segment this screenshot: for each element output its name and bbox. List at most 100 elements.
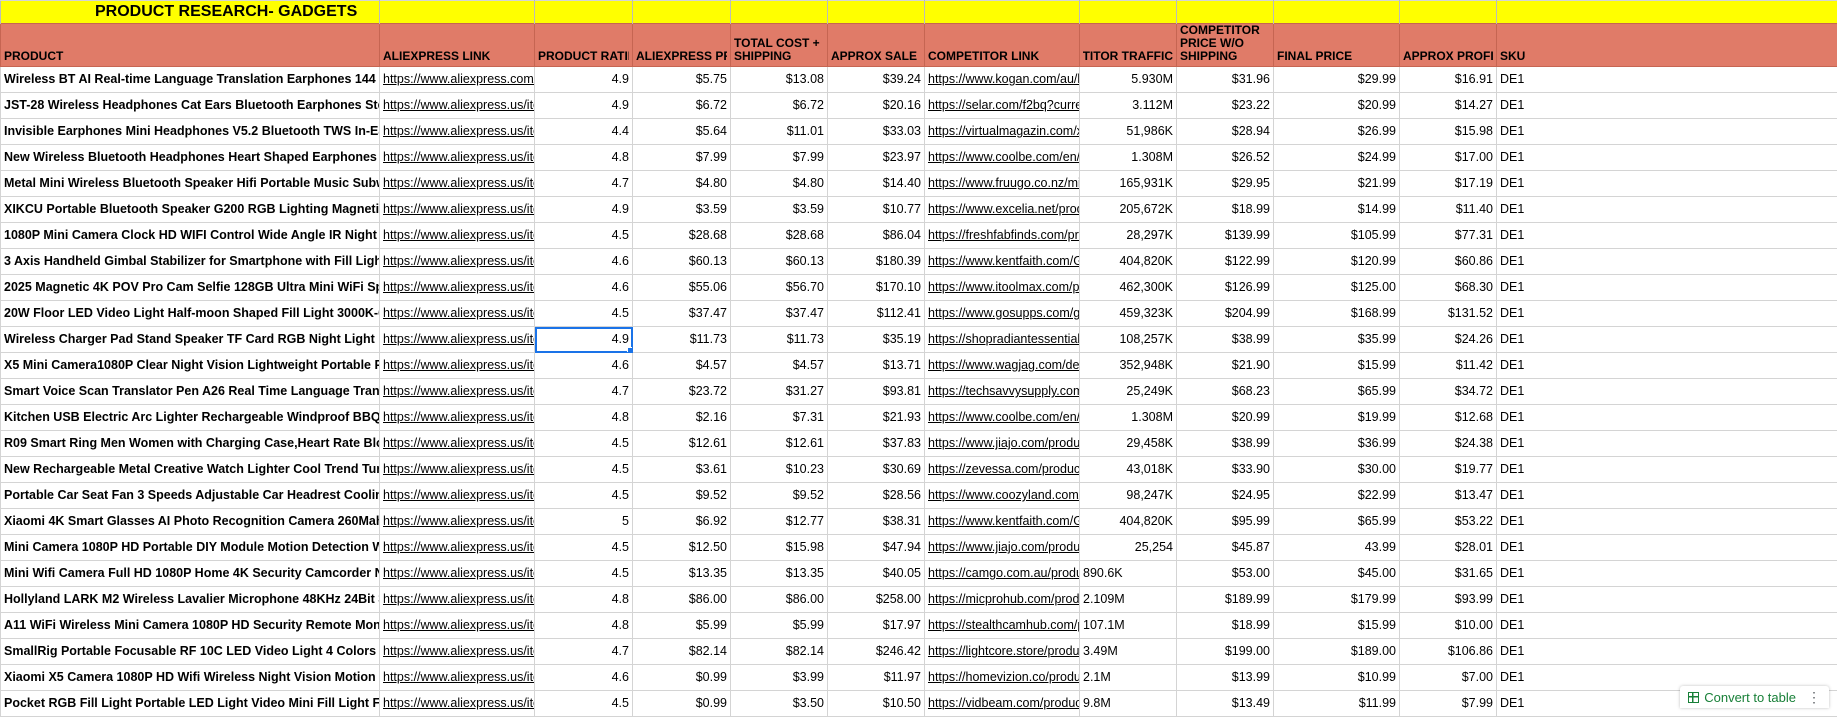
cell-approx-sale-price[interactable]: $20.16: [828, 93, 925, 119]
cell-competitor-traffic[interactable]: 404,820K: [1080, 509, 1177, 535]
header-total-cost-shipping[interactable]: TOTAL COST + SHIPPING: [731, 24, 828, 67]
cell-final-price[interactable]: $11.99: [1274, 691, 1400, 717]
cell-competitor-link[interactable]: https://micprohub.com/products/la: [925, 587, 1080, 613]
cell-aliexpress-link[interactable]: https://www.aliexpress.us/item/32: [380, 665, 535, 691]
cell-total-cost[interactable]: $6.72: [731, 93, 828, 119]
cell-rating[interactable]: 4.5: [535, 561, 633, 587]
cell-final-price[interactable]: $22.99: [1274, 483, 1400, 509]
cell-total-cost[interactable]: $13.08: [731, 67, 828, 93]
title-cell[interactable]: [925, 1, 1080, 24]
cell-approx-profit[interactable]: $17.00: [1400, 145, 1497, 171]
cell-aliexpress-price[interactable]: $12.50: [633, 535, 731, 561]
cell-final-price[interactable]: $35.99: [1274, 327, 1400, 353]
cell-aliexpress-price[interactable]: $4.80: [633, 171, 731, 197]
cell-sku[interactable]: DE1: [1497, 275, 1837, 301]
header-aliexpress-link[interactable]: ALIEXPRESS LINK: [380, 24, 535, 67]
cell-approx-sale-price[interactable]: $170.10: [828, 275, 925, 301]
title-cell[interactable]: [633, 1, 731, 24]
cell-rating[interactable]: 4.6: [535, 665, 633, 691]
cell-final-price[interactable]: $36.99: [1274, 431, 1400, 457]
cell-aliexpress-link[interactable]: https://www.aliexpress.us/item/32: [380, 119, 535, 145]
cell-total-cost[interactable]: $3.99: [731, 665, 828, 691]
cell-approx-profit[interactable]: $12.68: [1400, 405, 1497, 431]
title-cell[interactable]: [731, 1, 828, 24]
cell-approx-profit[interactable]: $19.77: [1400, 457, 1497, 483]
cell-total-cost[interactable]: $86.00: [731, 587, 828, 613]
cell-aliexpress-link[interactable]: https://www.aliexpress.us/item/32: [380, 691, 535, 717]
cell-product[interactable]: Wireless BT AI Real-time Language Transl…: [1, 67, 380, 93]
cell-competitor-link[interactable]: https://camgo.com.au/products/m: [925, 561, 1080, 587]
cell-total-cost[interactable]: $11.01: [731, 119, 828, 145]
cell-sku[interactable]: DE1: [1497, 587, 1837, 613]
cell-product[interactable]: Kitchen USB Electric Arc Lighter Recharg…: [1, 405, 380, 431]
cell-aliexpress-price[interactable]: $82.14: [633, 639, 731, 665]
cell-aliexpress-price[interactable]: $6.72: [633, 93, 731, 119]
cell-product[interactable]: Metal Mini Wireless Bluetooth Speaker Hi…: [1, 171, 380, 197]
cell-approx-profit[interactable]: $24.38: [1400, 431, 1497, 457]
cell-competitor-traffic[interactable]: 51,986K: [1080, 119, 1177, 145]
cell-approx-profit[interactable]: $11.42: [1400, 353, 1497, 379]
cell-competitor-traffic[interactable]: 43,018K: [1080, 457, 1177, 483]
more-options-icon[interactable]: ⋮: [1807, 689, 1821, 706]
cell-sku[interactable]: DE1: [1497, 119, 1837, 145]
cell-sku[interactable]: DE1: [1497, 223, 1837, 249]
cell-total-cost[interactable]: $4.80: [731, 171, 828, 197]
cell-competitor-link[interactable]: https://www.jiajo.com/product-p-7: [925, 431, 1080, 457]
cell-product[interactable]: Mini Camera 1080P HD Portable DIY Module…: [1, 535, 380, 561]
header-aliexpress-price[interactable]: ALIEXPRESS PRICE: [633, 24, 731, 67]
cell-approx-profit[interactable]: $53.22: [1400, 509, 1497, 535]
cell-competitor-price[interactable]: $53.00: [1177, 561, 1274, 587]
cell-final-price[interactable]: $29.99: [1274, 67, 1400, 93]
cell-sku[interactable]: DE1: [1497, 249, 1837, 275]
cell-sku[interactable]: DE1: [1497, 197, 1837, 223]
cell-product[interactable]: Xiaomi X5 Camera 1080P HD Wifi Wireless …: [1, 665, 380, 691]
cell-aliexpress-price[interactable]: $6.92: [633, 509, 731, 535]
cell-competitor-price[interactable]: $13.49: [1177, 691, 1274, 717]
cell-product[interactable]: X5 Mini Camera1080P Clear Night Vision L…: [1, 353, 380, 379]
cell-rating[interactable]: 4.9: [535, 67, 633, 93]
cell-competitor-price[interactable]: $126.99: [1177, 275, 1274, 301]
cell-aliexpress-link[interactable]: https://www.aliexpress.us/item/32: [380, 509, 535, 535]
cell-approx-profit[interactable]: $77.31: [1400, 223, 1497, 249]
cell-final-price[interactable]: $179.99: [1274, 587, 1400, 613]
cell-competitor-link[interactable]: https://stealthcamhub.com/produc: [925, 613, 1080, 639]
cell-total-cost[interactable]: $7.99: [731, 145, 828, 171]
cell-rating[interactable]: 4.9: [535, 197, 633, 223]
cell-final-price[interactable]: $10.99: [1274, 665, 1400, 691]
cell-sku[interactable]: DE1: [1497, 353, 1837, 379]
cell-competitor-price[interactable]: $95.99: [1177, 509, 1274, 535]
cell-approx-sale-price[interactable]: $10.77: [828, 197, 925, 223]
cell-rating[interactable]: 4.5: [535, 535, 633, 561]
cell-aliexpress-link[interactable]: https://www.aliexpress.us/item/32: [380, 327, 535, 353]
cell-approx-profit[interactable]: $131.52: [1400, 301, 1497, 327]
title-cell[interactable]: [1177, 1, 1274, 24]
cell-aliexpress-price[interactable]: $23.72: [633, 379, 731, 405]
cell-approx-sale-price[interactable]: $17.97: [828, 613, 925, 639]
title-cell[interactable]: [1274, 1, 1400, 24]
cell-total-cost[interactable]: $82.14: [731, 639, 828, 665]
cell-aliexpress-link[interactable]: https://www.aliexpress.us/item/32: [380, 535, 535, 561]
cell-competitor-link[interactable]: https://selar.com/f2bq?currency=U: [925, 93, 1080, 119]
cell-approx-profit[interactable]: $14.27: [1400, 93, 1497, 119]
cell-aliexpress-price[interactable]: $37.47: [633, 301, 731, 327]
cell-competitor-price[interactable]: $18.99: [1177, 197, 1274, 223]
cell-approx-sale-price[interactable]: $33.03: [828, 119, 925, 145]
cell-competitor-traffic[interactable]: 108,257K: [1080, 327, 1177, 353]
title-cell[interactable]: [380, 1, 535, 24]
cell-approx-sale-price[interactable]: $86.04: [828, 223, 925, 249]
cell-rating[interactable]: 4.5: [535, 457, 633, 483]
cell-approx-sale-price[interactable]: $11.97: [828, 665, 925, 691]
cell-competitor-traffic[interactable]: 3.112M: [1080, 93, 1177, 119]
cell-competitor-traffic[interactable]: 404,820K: [1080, 249, 1177, 275]
cell-total-cost[interactable]: $10.23: [731, 457, 828, 483]
cell-final-price[interactable]: $20.99: [1274, 93, 1400, 119]
cell-competitor-price[interactable]: $20.99: [1177, 405, 1274, 431]
cell-competitor-link[interactable]: https://shopradiantessentials.com: [925, 327, 1080, 353]
cell-approx-sale-price[interactable]: $14.40: [828, 171, 925, 197]
cell-rating[interactable]: 4.8: [535, 613, 633, 639]
cell-competitor-link[interactable]: https://freshfabfinds.com/products: [925, 223, 1080, 249]
title-cell[interactable]: [1497, 1, 1837, 24]
cell-competitor-price[interactable]: $45.87: [1177, 535, 1274, 561]
cell-competitor-link[interactable]: https://zevessa.com/products/mor: [925, 457, 1080, 483]
cell-final-price[interactable]: $45.00: [1274, 561, 1400, 587]
